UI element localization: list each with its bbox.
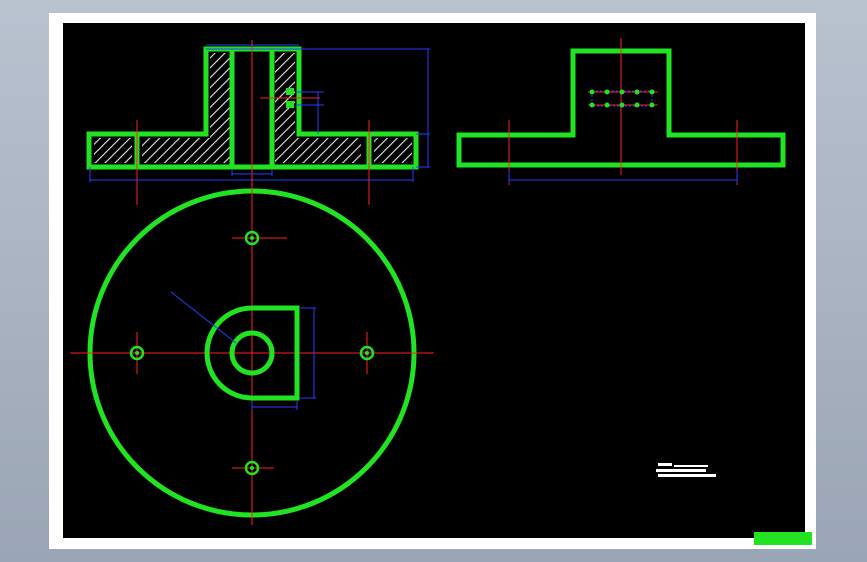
hatch-right-outer	[374, 138, 412, 163]
cad-drawing	[70, 38, 786, 525]
hatch-right-flange	[295, 138, 361, 163]
section-view	[86, 40, 430, 205]
side-view	[456, 38, 786, 185]
screw-hole-top	[286, 88, 294, 95]
thread-detail	[588, 89, 658, 108]
top-view	[70, 178, 434, 525]
title-block-badge	[754, 532, 812, 545]
hatch-left-boss	[210, 53, 230, 163]
hatch-left-flange	[142, 138, 210, 163]
side-dimensions	[508, 170, 738, 183]
hatch-left-outer	[94, 138, 132, 163]
technical-notes	[656, 461, 718, 481]
screw-hole-bottom	[286, 101, 294, 108]
note-text-glyphs	[656, 463, 716, 477]
